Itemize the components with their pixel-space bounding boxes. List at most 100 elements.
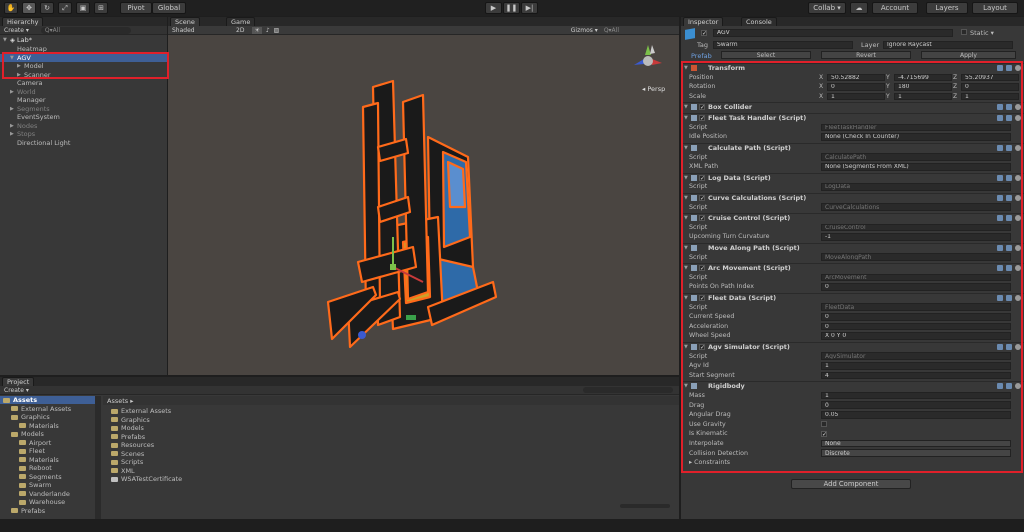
property-field[interactable]: None (Check In Counter) (821, 133, 1011, 141)
settings-gear-icon[interactable] (1015, 383, 1021, 390)
lighting-toggle-icon[interactable]: ☀ (252, 26, 262, 34)
transform-y-field[interactable]: 180 (894, 83, 952, 91)
expand-arrow-icon[interactable]: ▶ (10, 123, 17, 129)
script-reference-field[interactable]: CruiseControl (821, 223, 1011, 232)
project-tree-item[interactable]: Assets (0, 396, 100, 405)
property-checkbox[interactable]: ✓ (821, 430, 827, 437)
project-tree-item[interactable]: Swarm (0, 481, 100, 489)
rect-tool-icon[interactable]: ▣ (76, 2, 90, 14)
project-tree-item[interactable]: Vanderlande (0, 490, 100, 498)
help-book-icon[interactable] (997, 194, 1003, 201)
transform-x-field[interactable]: 1 (827, 92, 885, 101)
expand-arrow-icon[interactable]: ▶ (10, 89, 17, 95)
layers-dropdown[interactable]: Layers (926, 2, 968, 14)
settings-gear-icon[interactable] (1015, 215, 1021, 221)
project-tree-item[interactable]: Fleet (0, 447, 100, 455)
component-header[interactable]: ▼ ✓ Curve Calculations (Script) (681, 192, 1024, 202)
project-file-item[interactable]: Graphics (103, 416, 679, 424)
hierarchy-item[interactable]: ▶ Segments (0, 105, 167, 113)
help-book-icon[interactable] (997, 144, 1003, 151)
pivot-toggle[interactable]: Pivot (120, 2, 152, 14)
script-reference-field[interactable]: LogData (821, 183, 1011, 191)
scene-root-row[interactable]: ▼ ◈ Lab* (0, 36, 167, 44)
script-reference-field[interactable]: CalculatePath (821, 153, 1011, 161)
rotate-tool-icon[interactable]: ↻ (40, 2, 54, 14)
hierarchy-item[interactable]: Camera (0, 79, 167, 87)
transform-x-field[interactable]: 0 (827, 83, 885, 91)
fold-arrow-icon[interactable]: ▼ (684, 383, 691, 389)
settings-gear-icon[interactable] (1015, 115, 1021, 121)
orientation-gizmo[interactable] (630, 41, 666, 77)
add-component-button[interactable]: Add Component (791, 479, 911, 489)
property-field[interactable]: 0 (821, 401, 1011, 409)
hierarchy-item[interactable]: Heatmap (0, 45, 167, 53)
project-tree-item[interactable]: Segments (0, 473, 100, 481)
persp-label[interactable]: ◂ Persp (642, 85, 665, 93)
project-file-item[interactable]: XML (103, 467, 679, 475)
preset-icon[interactable] (1006, 294, 1012, 301)
tab-game[interactable]: Game (226, 17, 256, 26)
fold-arrow-icon[interactable]: ▼ (684, 65, 691, 71)
object-name-field[interactable]: AGV (713, 29, 953, 37)
step-button[interactable]: ▶| (521, 2, 538, 14)
preset-icon[interactable] (1006, 215, 1012, 221)
project-tree-item[interactable]: Prefabs (0, 507, 100, 515)
prefab-revert-button[interactable]: Revert (821, 51, 911, 59)
property-field[interactable]: X 0 Y 0 (821, 332, 1011, 340)
property-field[interactable]: -1 (821, 233, 1011, 241)
help-book-icon[interactable] (997, 294, 1003, 301)
preset-icon[interactable] (1006, 244, 1012, 251)
transform-y-field[interactable]: -4.715699 (894, 73, 952, 82)
hierarchy-item[interactable]: ▶ Nodes (0, 122, 167, 130)
settings-gear-icon[interactable] (1015, 104, 1021, 111)
tab-scene[interactable]: Scene (170, 17, 200, 26)
prefab-select-button[interactable]: Select (721, 51, 811, 59)
expand-arrow-icon[interactable]: ▼ (10, 55, 17, 61)
scene-search-input[interactable]: Q▾All (604, 27, 619, 34)
project-tree-item[interactable]: Graphics (0, 413, 100, 421)
axis-z-label[interactable]: Z (953, 93, 957, 100)
component-header[interactable]: ▼ ✓ Log Data (Script) (681, 172, 1024, 182)
property-field[interactable]: 4 (821, 371, 1011, 380)
preset-icon[interactable] (1006, 383, 1012, 390)
tree-scrollbar[interactable] (95, 396, 101, 519)
component-header[interactable]: ▼ ✓ Cruise Control (Script) (681, 213, 1024, 222)
preset-icon[interactable] (1006, 115, 1012, 121)
axis-z-label[interactable]: Z (953, 83, 957, 90)
active-checkbox[interactable]: ✓ (701, 30, 707, 37)
script-reference-field[interactable]: MoveAlongPath (821, 253, 1011, 261)
property-field[interactable]: 0 (821, 313, 1011, 321)
hierarchy-item[interactable]: ▶ Model (0, 62, 167, 70)
help-book-icon[interactable] (997, 265, 1003, 271)
component-enabled-checkbox[interactable]: ✓ (699, 194, 705, 201)
component-enabled-checkbox[interactable]: ✓ (699, 104, 705, 111)
project-tree-item[interactable]: Airport (0, 439, 100, 447)
audio-toggle-icon[interactable]: ♪ (266, 27, 270, 34)
component-enabled-checkbox[interactable]: ✓ (699, 265, 705, 272)
project-breadcrumb[interactable]: Assets ▸ (103, 396, 679, 405)
component-header[interactable]: ▼ ✓ Fleet Task Handler (Script) (681, 113, 1024, 122)
preset-icon[interactable] (1006, 194, 1012, 201)
hierarchy-item[interactable]: ▶ World (0, 88, 167, 96)
shading-dropdown[interactable]: Shaded (172, 27, 232, 34)
property-field[interactable]: None (Segments From XML) (821, 163, 1011, 171)
effects-toggle-icon[interactable]: ▨ (274, 27, 280, 34)
project-file-item[interactable]: External Assets (103, 407, 679, 415)
component-header[interactable]: ▼ ✓ Box Collider (681, 102, 1024, 111)
help-book-icon[interactable] (997, 215, 1003, 221)
project-file-item[interactable]: WSATestCertificate (103, 475, 679, 483)
transform-z-field[interactable]: 0 (961, 83, 1019, 91)
hierarchy-item[interactable]: EventSystem (0, 113, 167, 121)
prefab-apply-button[interactable]: Apply (921, 51, 1016, 59)
help-book-icon[interactable] (997, 343, 1003, 350)
component-header[interactable]: ▼ ✓ Fleet Data (Script) (681, 292, 1024, 302)
transform-x-field[interactable]: 50.52882 (827, 73, 885, 82)
script-reference-field[interactable]: FleetData (821, 303, 1011, 311)
project-tree-item[interactable]: Warehouse (0, 498, 100, 506)
preset-icon[interactable] (1006, 144, 1012, 151)
property-field[interactable]: 1 (821, 391, 1011, 400)
settings-gear-icon[interactable] (1015, 144, 1021, 151)
preset-icon[interactable] (1006, 65, 1012, 71)
tab-console[interactable]: Console (741, 17, 777, 26)
cloud-icon[interactable]: ☁ (850, 2, 868, 14)
